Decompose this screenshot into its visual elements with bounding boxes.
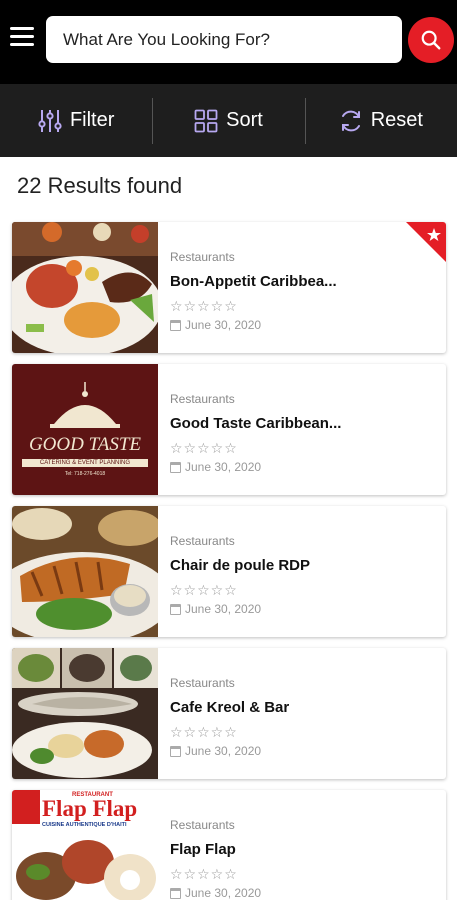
calendar-icon [170, 603, 181, 615]
listing-date: June 30, 2020 [185, 318, 262, 332]
calendar-icon [170, 319, 181, 331]
filter-toolbar: Filter Sort Reset [0, 84, 457, 157]
top-bar [0, 0, 457, 84]
filter-label: Filter [69, 109, 115, 131]
rating-stars: ☆☆☆☆☆ [170, 724, 238, 740]
good-taste-logo-phone: Tel: 718-276-4018 [64, 471, 106, 477]
listing-category: Restaurants [170, 392, 235, 406]
results-count: 22 Results found [17, 173, 183, 198]
sort-label: Sort [226, 109, 263, 131]
flap-flap-logo-tagline: CUISINE AUTHENTIQUE D'HAITI [42, 822, 127, 828]
listing-title[interactable]: Flap Flap [170, 841, 436, 858]
listing-date: June 30, 2020 [185, 460, 262, 474]
calendar-icon [170, 461, 181, 473]
search-button[interactable] [408, 17, 454, 63]
reset-label: Reset [370, 109, 423, 131]
listing-date: June 30, 2020 [185, 602, 262, 616]
listing-category: Restaurants [170, 534, 235, 548]
listing-title[interactable]: Good Taste Caribbean... [170, 415, 436, 432]
calendar-icon [170, 887, 181, 899]
listing-category: Restaurants [170, 676, 235, 690]
listing-photo [12, 506, 158, 637]
search-input[interactable] [46, 16, 402, 63]
search-box[interactable] [46, 16, 402, 63]
sort-grid-icon [194, 109, 218, 132]
search-icon [421, 30, 441, 50]
good-taste-logo-name: GOOD TASTE [28, 434, 142, 455]
hamburger-menu-icon[interactable] [10, 27, 36, 51]
flap-flap-logo-name: Flap Flap [42, 796, 138, 821]
rating-stars: ☆☆☆☆☆ [170, 866, 238, 882]
listing-title[interactable]: Cafe Kreol & Bar [170, 699, 436, 716]
listing-category: Restaurants [170, 250, 235, 264]
reset-button[interactable]: Reset [304, 84, 457, 157]
calendar-icon [170, 745, 181, 757]
rating-stars: ☆☆☆☆☆ [170, 298, 238, 314]
filter-button[interactable]: Filter [0, 84, 152, 157]
listing-photo [12, 222, 158, 353]
listing-logo: GOOD TASTE CATERING & EVENT PLANNING Tel… [12, 364, 158, 495]
listing-card[interactable]: Restaurants Chair de poule RDP ☆☆☆☆☆ Jun… [12, 506, 446, 637]
good-taste-logo-tagline: CATERING & EVENT PLANNING [22, 459, 148, 467]
listing-card[interactable]: RESTAURANT Flap Flap CUISINE AUTHENTIQUE… [12, 790, 446, 900]
listing-card[interactable]: Restaurants Bon-Appetit Caribbea... ☆☆☆☆… [12, 222, 446, 353]
featured-star-icon [406, 222, 446, 262]
sort-button[interactable]: Sort [152, 84, 304, 157]
sliders-icon [38, 109, 62, 132]
rating-stars: ☆☆☆☆☆ [170, 582, 238, 598]
listing-card[interactable]: GOOD TASTE CATERING & EVENT PLANNING Tel… [12, 364, 446, 495]
refresh-icon [341, 110, 360, 131]
rating-stars: ☆☆☆☆☆ [170, 440, 238, 456]
listing-title[interactable]: Chair de poule RDP [170, 557, 436, 574]
listing-date: June 30, 2020 [185, 744, 262, 758]
listing-title[interactable]: Bon-Appetit Caribbea... [170, 273, 436, 290]
listing-photo [12, 648, 158, 779]
listing-category: Restaurants [170, 818, 235, 832]
listing-logo: RESTAURANT Flap Flap CUISINE AUTHENTIQUE… [12, 790, 158, 900]
listing-date: June 30, 2020 [185, 886, 262, 900]
listing-card[interactable]: Restaurants Cafe Kreol & Bar ☆☆☆☆☆ June … [12, 648, 446, 779]
